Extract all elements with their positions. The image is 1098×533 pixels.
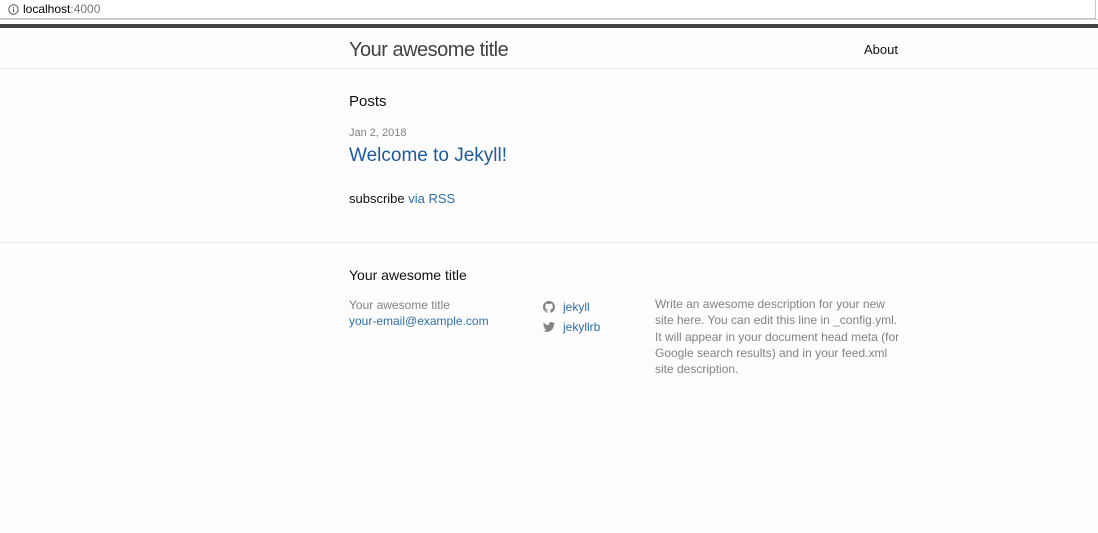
browser-address-bar: localhost:4000 [0,0,1098,20]
post-title-link[interactable]: Welcome to Jekyll! [349,144,507,168]
site-footer: Your awesome title Your awesome title yo… [0,242,1098,533]
github-row: jekyll [543,297,600,317]
twitter-icon [543,322,555,332]
github-icon [543,301,555,313]
site-description: Write an awesome description for your ne… [655,297,900,377]
post-date: Jan 2, 2018 [349,127,407,139]
subscribe-text: subscribe [349,191,405,206]
url-text[interactable]: localhost:4000 [23,2,100,17]
nav-about-link[interactable]: About [864,42,898,58]
url-port: :4000 [70,2,101,16]
info-icon[interactable] [8,4,19,15]
url-field[interactable]: localhost:4000 [0,0,1096,19]
posts-heading: Posts [349,93,387,110]
footer-contact-list: Your awesome title your-email@example.co… [349,297,489,329]
subscribe-line: subscribe via RSS [349,191,455,207]
rss-link[interactable]: via RSS [408,191,455,206]
twitter-link[interactable]: jekyllrb [563,319,600,335]
footer-email-link[interactable]: your-email@example.com [349,313,489,329]
github-link[interactable]: jekyll [563,299,590,315]
footer-heading: Your awesome title [349,267,467,283]
site-header: Your awesome title About [0,24,1098,69]
url-host: localhost [23,2,71,16]
site-title-link[interactable]: Your awesome title [349,37,509,63]
footer-site-name: Your awesome title [349,298,450,312]
footer-social-list: jekyll jekyllrb [543,297,600,337]
twitter-row: jekyllrb [543,317,600,337]
